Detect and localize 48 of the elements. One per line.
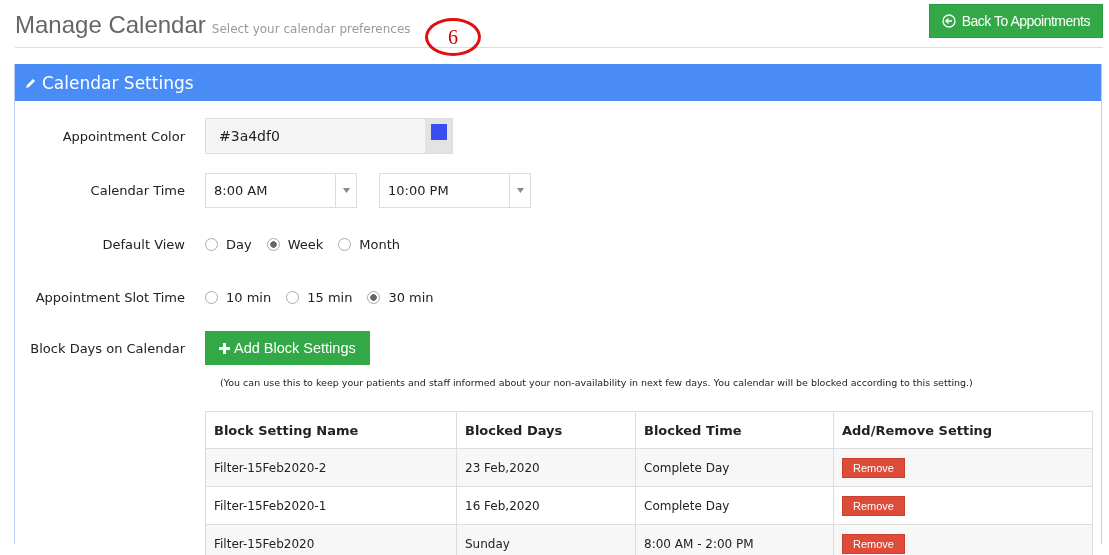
remove-button[interactable]: Remove — [842, 495, 905, 516]
field-label: Appointment Color — [61, 128, 185, 144]
end-time-select[interactable]: 10:00 PM — [379, 172, 531, 208]
remove-button[interactable]: Remove — [842, 457, 905, 478]
remove-button[interactable]: Remove — [842, 533, 905, 554]
pencil-icon — [25, 76, 37, 89]
panel-title: Calendar Settings — [42, 72, 194, 93]
radio-label: Day — [226, 236, 252, 252]
radio-button[interactable] — [338, 237, 352, 251]
table-cell: Filter-15Feb2020 — [205, 524, 457, 555]
plus-icon — [219, 342, 230, 354]
caret-icon — [342, 187, 350, 193]
field-label: Default View — [101, 236, 185, 252]
radio-label: Week — [287, 236, 324, 252]
color-field[interactable]: #3a4df0 — [205, 118, 453, 154]
annotation-circle: 6 — [425, 18, 481, 56]
back-button[interactable]: Back To Appointments — [928, 4, 1103, 38]
column-header: Block Setting Name — [205, 411, 457, 449]
table-cell: 23 Feb,2020 — [456, 448, 636, 487]
table-cell: Filter-15Feb2020-1 — [205, 486, 457, 525]
table-cell: 8:00 AM - 2:00 PM — [635, 524, 834, 555]
start-time-select[interactable]: 8:00 AM — [205, 172, 357, 208]
radio-button[interactable] — [205, 290, 218, 304]
radio-label: Month — [359, 236, 401, 252]
help-text: (You can use this to keep your patients and staff informed about your non-availability in next few days. You calendar will be blocked according to this setting.) — [220, 377, 974, 388]
back-arrow-icon — [941, 14, 956, 28]
caret-icon — [516, 187, 524, 193]
page-subtitle: Select your calendar preferences — [211, 22, 411, 36]
page-title: Manage Calendar — [15, 11, 206, 39]
add-block-button[interactable]: Add Block Settings — [205, 331, 370, 365]
field-label: Calendar Time — [89, 182, 185, 198]
column-header: Blocked Days — [456, 411, 636, 449]
radio-label: 15 min — [307, 289, 353, 305]
column-header: Add/Remove Setting — [833, 411, 1093, 449]
radio-button[interactable] — [286, 290, 300, 304]
table-cell: Complete Day — [635, 486, 834, 525]
radio-label: 30 min — [388, 289, 434, 305]
radio-button[interactable] — [367, 290, 381, 304]
table-cell: 16 Feb,2020 — [456, 486, 636, 525]
field-label: Block Days on Calendar — [29, 340, 185, 356]
table-cell: Sunday — [456, 524, 636, 555]
table-cell: Filter-15Feb2020-2 — [205, 448, 457, 487]
table-cell: Complete Day — [635, 448, 834, 487]
radio-button[interactable] — [266, 237, 280, 251]
radio-button[interactable] — [205, 237, 218, 251]
column-header: Blocked Time — [635, 411, 834, 449]
field-label: Appointment Slot Time — [34, 289, 185, 305]
radio-label: 10 min — [226, 289, 272, 305]
